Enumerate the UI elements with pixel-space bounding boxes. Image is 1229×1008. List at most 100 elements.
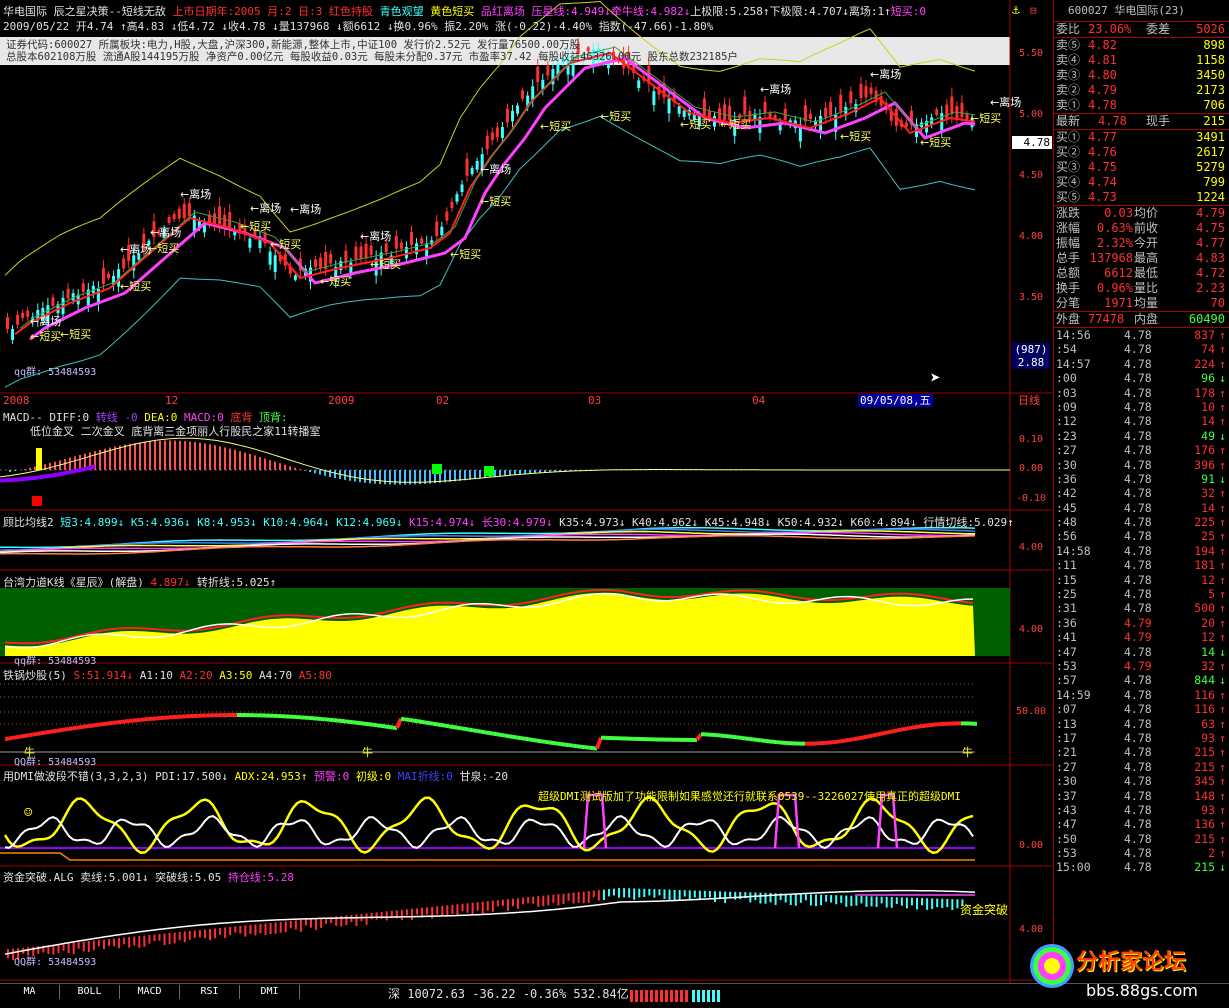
tick-volume: 844 xyxy=(1194,673,1215,688)
tieguo-line xyxy=(104,721,110,726)
tick-row: :00 4.78 96 ↓ xyxy=(1054,371,1229,385)
tab-dmi[interactable]: DMI xyxy=(240,985,300,999)
period-label[interactable]: 日线 xyxy=(1018,394,1040,407)
tab-ma[interactable]: MA xyxy=(0,985,60,999)
tieguo-a1: A1:10 xyxy=(133,669,180,682)
tick-time: :30 xyxy=(1056,774,1077,789)
candle-body xyxy=(187,203,191,217)
candle-body xyxy=(869,87,873,94)
candle-body xyxy=(505,108,509,123)
window-icon[interactable]: ⊟ xyxy=(1030,4,1037,17)
chart-area[interactable]: ←短买 ←短买 ←短买 ←短买 ←短买 ←短买 ←短买 ←短买 ←短买 ←短买 ←短买 ←短买 ←短买 ←… xyxy=(0,0,1052,983)
tick-volume: 25 xyxy=(1201,529,1215,544)
candle-body xyxy=(667,98,671,114)
stat-label: 今开 xyxy=(1134,236,1159,250)
tick-volume: 93 xyxy=(1201,730,1215,745)
last-price-row: 最新 4.78 现手 215 xyxy=(1054,114,1229,129)
tick-time: 14:57 xyxy=(1056,356,1091,371)
price-axis-label: 4.00 xyxy=(1018,231,1044,242)
tieguo-line xyxy=(516,735,522,741)
tick-row: :53 4.78 2 ↑ xyxy=(1054,846,1229,860)
candle-body xyxy=(859,83,863,99)
candle-body xyxy=(516,105,520,114)
short-buy-label: ←短买 xyxy=(970,111,1001,125)
stat-label: 最低 xyxy=(1134,266,1159,280)
tick-time: :03 xyxy=(1056,385,1077,400)
level-volume: 3491 xyxy=(1196,130,1225,144)
bid-row: 买⑤ 4.73 1224 xyxy=(1054,190,1229,205)
candle-body xyxy=(107,273,110,279)
tieguo-line xyxy=(72,725,78,731)
date-tick: 02 xyxy=(436,394,450,407)
tab-macd[interactable]: MACD xyxy=(120,985,180,999)
forum-url: bbs.88gs.com xyxy=(1086,981,1198,1000)
tieguo-line xyxy=(504,733,510,739)
header-item: 离场:1↑ xyxy=(848,5,891,18)
outer-inner-row: 外盘 77478 内盘 60490 xyxy=(1054,312,1229,327)
header-item: 青色观望 xyxy=(379,5,431,18)
tieguo-line xyxy=(80,724,86,730)
tab-boll[interactable]: BOLL xyxy=(60,985,120,999)
tick-price: 4.78 xyxy=(1124,687,1152,702)
tieguo-a2: A2:20 xyxy=(179,669,220,682)
dmi-adx-line xyxy=(3,795,974,855)
tick-arrow: ↑ xyxy=(1219,385,1226,400)
tieguo-line xyxy=(900,726,906,732)
candle-body xyxy=(314,259,318,268)
candle-body xyxy=(101,268,105,285)
tieguo-line xyxy=(360,721,366,726)
tab-rsi[interactable]: RSI xyxy=(180,985,240,999)
tieguo-line xyxy=(920,723,926,729)
tieguo-line xyxy=(748,736,754,742)
stat-value: 1971 xyxy=(1104,296,1133,310)
candle-body xyxy=(637,80,641,88)
tick-volume: 500 xyxy=(1194,601,1215,616)
exit-label: ←离场 xyxy=(290,202,321,216)
tieguo-line xyxy=(448,724,454,729)
tick-time: :25 xyxy=(1056,587,1077,602)
tick-volume: 396 xyxy=(1194,457,1215,472)
tick-row: :50 4.78 215 ↑ xyxy=(1054,832,1229,846)
header-item: 压星线:4.949↓ xyxy=(531,5,611,18)
anchor-icon[interactable]: ⚓ xyxy=(1012,4,1020,17)
tick-time: :07 xyxy=(1056,702,1077,717)
tieguo-marker-1: 牛 xyxy=(24,746,35,759)
tick-arrow: ↑ xyxy=(1219,759,1226,774)
up-bar xyxy=(630,990,690,1002)
tieguo-line xyxy=(856,735,862,741)
taiwan-title: 台湾力道K线《星辰》(解盘) 4.897↓ 转折线:5.025↑ xyxy=(3,574,276,590)
taiwan-value: 4.897↓ xyxy=(150,576,191,589)
short-buy-label: ←短买 xyxy=(680,117,711,131)
level-volume: 706 xyxy=(1203,98,1225,112)
tick-arrow: ↑ xyxy=(1219,486,1226,501)
tieguo-line xyxy=(464,726,470,732)
tick-time: :23 xyxy=(1056,428,1077,443)
tick-price: 4.78 xyxy=(1124,371,1152,386)
stock-title[interactable]: 600027 华电国际(23) xyxy=(1054,0,1229,22)
tick-arrow: ↓ xyxy=(1219,471,1226,486)
short-buy-label: ←短买 xyxy=(480,194,511,208)
tieguo-line xyxy=(68,726,74,731)
tick-volume: 215 xyxy=(1194,745,1215,760)
candle-body xyxy=(122,258,126,269)
header-item: 红色持股 xyxy=(328,5,380,18)
tick-time: :31 xyxy=(1056,601,1077,616)
tick-arrow: ↑ xyxy=(1219,587,1226,602)
candle-body xyxy=(399,242,403,249)
tieguo-title: 铁锅炒股(5) S:51.914↓ A1:10 A2:20 A3:50 A4:7… xyxy=(3,667,332,683)
tieguo-line xyxy=(544,739,550,745)
candle-body xyxy=(950,96,954,115)
level-label: 卖② xyxy=(1056,83,1081,97)
tick-list[interactable]: 14:56 4.78 837 ↑:54 4.78 74 ↑ 14:57 4.78 224 ↑:00 4… xyxy=(1054,328,1229,875)
tieguo-a3: A3:50 xyxy=(219,669,259,682)
sub-axis-label: 0.10 xyxy=(1018,434,1044,445)
tieguo-line xyxy=(572,743,578,749)
short-buy-label: ←短买 xyxy=(370,257,401,271)
chart-canvas[interactable]: ←短买←短买←短买←短买←短买←短买←短买←短买←短买←短买←短买←短买←短买 ←… xyxy=(0,0,1052,983)
candle-body xyxy=(808,113,812,120)
quote-panel: 600027 华电国际(23) 委比 23.06% 委差 5026 卖⑤ 4.82… xyxy=(1053,0,1229,983)
dmi-primary: 初级:0 xyxy=(349,770,392,783)
tick-arrow: ↑ xyxy=(1219,500,1226,515)
tieguo-line xyxy=(852,736,858,742)
tick-price: 4.78 xyxy=(1124,716,1152,731)
